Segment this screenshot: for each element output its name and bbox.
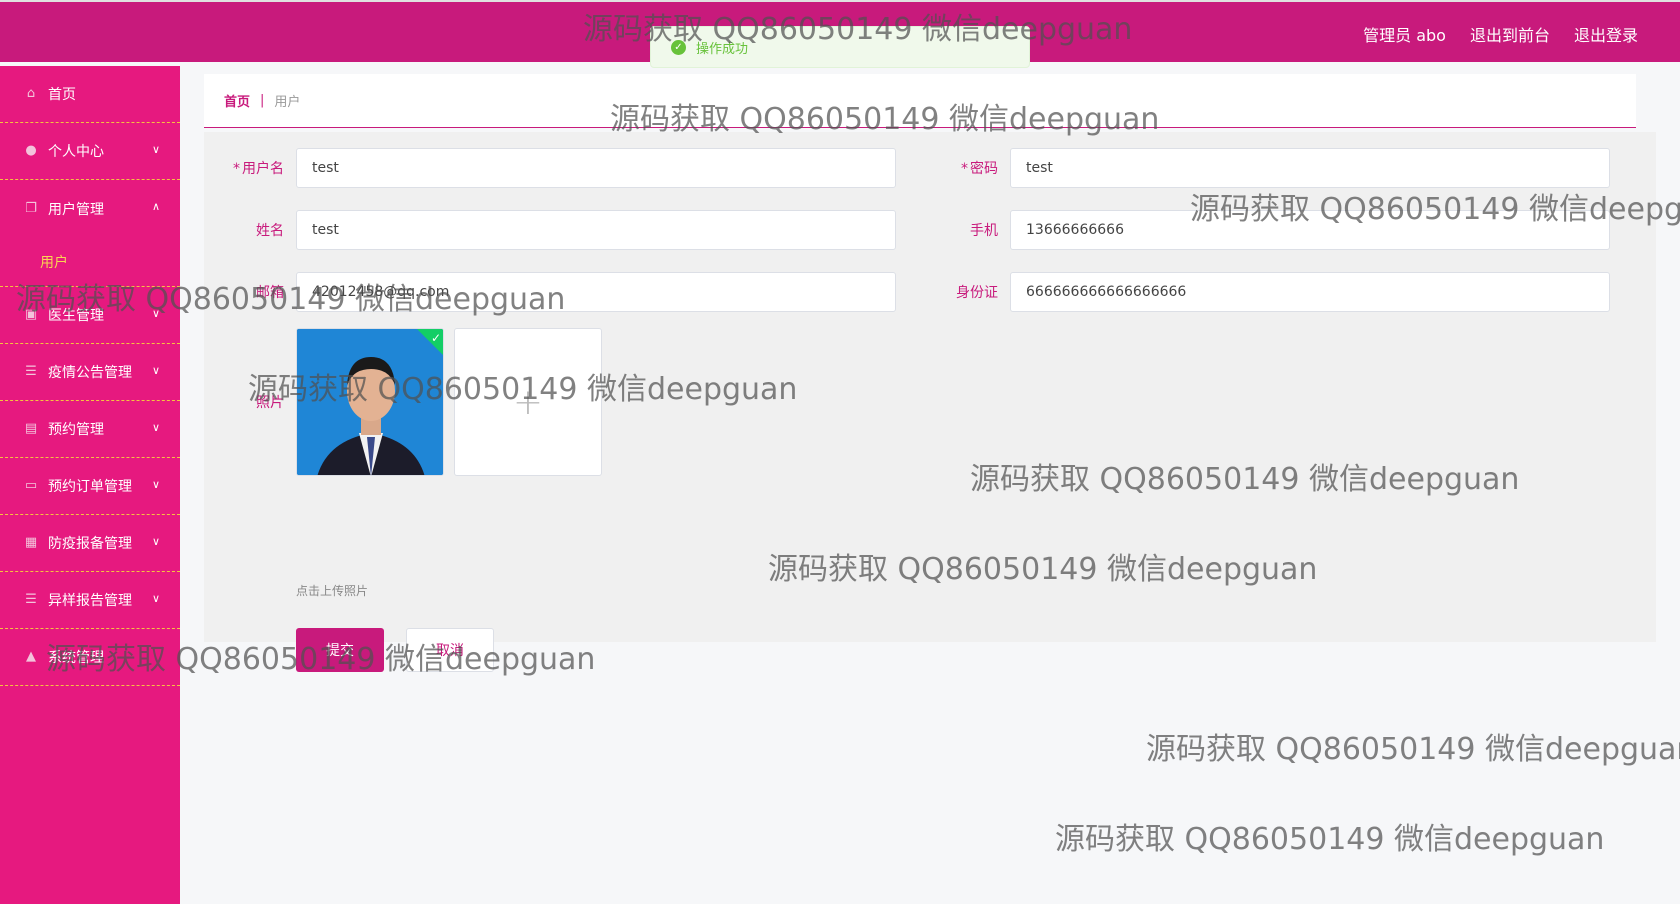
sidebar-item-user-management[interactable]: ❐ 用户管理 ∧ [0, 180, 180, 237]
sidebar-item-label: 防疫报备管理 [48, 536, 132, 552]
sidebar-item-home[interactable]: ⌂ 首页 [0, 66, 180, 123]
photo-label: 照片 [256, 395, 284, 411]
main-content: 首页 | 用户 * 用户名 test * 密码 test 姓名 test 手机 13… [180, 66, 1680, 904]
sidebar-item-epidemic-notice[interactable]: ☰ 疫情公告管理 ∨ [0, 344, 180, 401]
chevron-up-icon: ∧ [151, 200, 160, 213]
chevron-down-icon: ∨ [151, 364, 160, 377]
username-row: * 用户名 test [216, 148, 896, 188]
phone-input[interactable]: 13666666666 [1010, 210, 1610, 250]
doctor-icon: ▣ [24, 307, 38, 322]
user-icon: ● [25, 143, 37, 158]
breadcrumb: 首页 | 用户 [204, 74, 1636, 128]
list-icon: ☰ [25, 592, 37, 607]
sidebar-item-label: 预约管理 [48, 422, 104, 438]
username-input[interactable]: test [296, 148, 896, 188]
chat-icon: ▭ [24, 478, 38, 493]
sidebar-subitem-label: 用户 [40, 254, 68, 271]
check-circle-icon: ✓ [671, 39, 686, 55]
admin-user-label: 管理员 abo [1363, 26, 1446, 45]
report-icon: ▦ [24, 535, 38, 550]
name-input[interactable]: test [296, 210, 896, 250]
logout-link[interactable]: 退出登录 [1574, 22, 1638, 46]
sidebar-item-label: 异样报告管理 [48, 593, 132, 609]
sidebar-item-label: 个人中心 [48, 144, 104, 160]
password-row: * 密码 test [930, 148, 1610, 188]
email-label: 邮箱 [256, 285, 284, 301]
home-icon: ⌂ [26, 86, 36, 101]
password-input[interactable]: test [1010, 148, 1610, 188]
sidebar-item-label: 首页 [48, 87, 76, 103]
breadcrumb-separator: | [260, 93, 265, 108]
sidebar-subitem-users[interactable]: 用户 [0, 237, 180, 287]
password-label: * 密码 [961, 161, 998, 177]
breadcrumb-home[interactable]: 首页 [224, 91, 250, 110]
sidebar-item-doctor-management[interactable]: ▣ 医生管理 ∨ [0, 287, 180, 344]
sidebar: ⌂ 首页 ● 个人中心 ∨ ❐ 用户管理 ∧ 用户 ▣ 医生管理 ∨ ☰ 疫情公… [0, 66, 180, 904]
breadcrumb-current: 用户 [274, 95, 301, 110]
user-form: * 用户名 test * 密码 test 姓名 test 手机 1366666666… [204, 132, 1656, 672]
success-toast: ✓ 操作成功 [650, 26, 1030, 68]
chevron-down-icon: ∨ [151, 421, 160, 434]
svg-text:✓: ✓ [431, 331, 441, 345]
chevron-down-icon: ∨ [151, 535, 160, 548]
uploaded-photo[interactable]: ✓ [296, 328, 444, 476]
sidebar-item-label: 预约订单管理 [48, 479, 132, 495]
toast-message: 操作成功 [696, 41, 749, 57]
idcard-row: 身份证 666666666666666666 [930, 272, 1610, 312]
name-label: 姓名 [256, 223, 284, 239]
sidebar-item-label: 疫情公告管理 [48, 365, 132, 381]
portrait-image: ✓ [297, 329, 443, 475]
sidebar-item-label: 用户管理 [48, 201, 104, 218]
email-row: 邮箱 42012458@qq.com [216, 272, 896, 312]
chevron-down-icon: ∨ [151, 143, 160, 156]
chevron-down-icon: ∨ [151, 592, 160, 605]
sidebar-item-appointment[interactable]: ▤ 预约管理 ∨ [0, 401, 180, 458]
phone-label: 手机 [970, 223, 998, 239]
sidebar-item-label: 医生管理 [48, 308, 104, 324]
chevron-down-icon: ∨ [151, 478, 160, 491]
idcard-input[interactable]: 666666666666666666 [1010, 272, 1610, 312]
list-icon: ☰ [25, 364, 37, 379]
header-links: 管理员 abo 退出到前台 退出登录 [1363, 22, 1638, 46]
submit-button[interactable]: 提交 [296, 628, 384, 672]
email-input[interactable]: 42012458@qq.com [296, 272, 896, 312]
upload-tip: 点击上传照片 [296, 584, 369, 598]
chevron-down-icon: ∨ [151, 307, 160, 320]
clipboard-icon: ▤ [24, 421, 38, 436]
phone-row: 手机 13666666666 [930, 210, 1610, 250]
copy-icon: ❐ [25, 200, 37, 216]
exit-to-front-link[interactable]: 退出到前台 [1470, 22, 1550, 46]
sidebar-item-label: 系统管理 [48, 650, 104, 666]
username-label: * 用户名 [233, 161, 284, 177]
sidebar-item-epidemic-report[interactable]: ▦ 防疫报备管理 ∨ [0, 515, 180, 572]
cancel-button[interactable]: 取消 [406, 628, 494, 672]
sidebar-item-abnormal-report[interactable]: ☰ 异样报告管理 ∨ [0, 572, 180, 629]
sidebar-item-system[interactable]: ▲ 系统管理 [0, 629, 180, 686]
plus-icon: + [512, 381, 544, 423]
sidebar-item-personal-center[interactable]: ● 个人中心 ∨ [0, 123, 180, 180]
sidebar-item-appointment-orders[interactable]: ▭ 预约订单管理 ∨ [0, 458, 180, 515]
photo-upload-button[interactable]: + [454, 328, 602, 476]
photo-row: 照片 [216, 392, 296, 412]
name-row: 姓名 test [216, 210, 896, 250]
system-icon: ▲ [26, 649, 36, 664]
idcard-label: 身份证 [956, 285, 998, 301]
